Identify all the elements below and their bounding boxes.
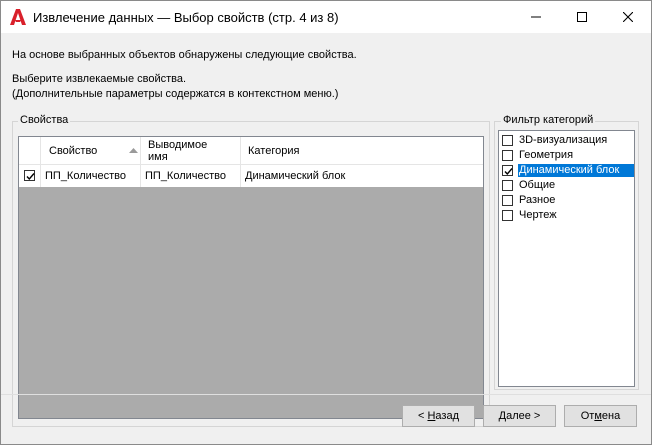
- footer-separator: [1, 394, 651, 395]
- autocad-a-icon: [10, 9, 26, 25]
- category-filter-list[interactable]: 3D-визуализация Геометрия Динамический б…: [498, 130, 635, 387]
- category-item-label: Разное: [519, 194, 556, 206]
- category-filter-label: Фильтр категорий: [501, 114, 596, 126]
- category-item-label: Общие: [519, 179, 556, 191]
- back-button-rest: азад: [435, 410, 459, 422]
- category-checkbox[interactable]: [502, 135, 513, 146]
- category-checkbox[interactable]: [502, 165, 513, 176]
- window-title: Извлечение данных — Выбор свойств (стр. …: [33, 10, 339, 25]
- category-checkbox[interactable]: [502, 210, 513, 221]
- maximize-icon: [577, 12, 587, 22]
- back-button-mnemonic: Н: [427, 410, 436, 422]
- category-checkbox[interactable]: [502, 150, 513, 161]
- cancel-button-rest: ена: [601, 410, 621, 422]
- category-item-geometry[interactable]: Геометрия: [499, 148, 634, 163]
- next-button-mnemonic: Д: [498, 410, 507, 422]
- checkmark-icon: [26, 173, 35, 181]
- cancel-button-mnemonic: м: [594, 410, 602, 422]
- row-category-cell: Динамический блок: [245, 170, 346, 182]
- column-header-category-label: Категория: [248, 145, 300, 157]
- category-item-label: 3D-визуализация: [519, 134, 608, 146]
- minimize-icon: [531, 16, 541, 18]
- minimize-button[interactable]: [513, 1, 559, 33]
- dialog-window: Извлечение данных — Выбор свойств (стр. …: [0, 0, 652, 445]
- intro-select-text: Выберите извлекаемые свойства.: [12, 73, 187, 85]
- checkmark-icon: [504, 168, 513, 176]
- cancel-button[interactable]: От м ена: [564, 405, 637, 427]
- column-header-check[interactable]: [19, 137, 41, 164]
- category-item-misc[interactable]: Разное: [499, 193, 634, 208]
- close-button[interactable]: [605, 1, 651, 33]
- properties-grid[interactable]: Свойство Выводимое имя Категория ПП_Коли…: [18, 136, 484, 419]
- maximize-button[interactable]: [559, 1, 605, 33]
- next-button[interactable]: Далее >: [483, 405, 556, 427]
- table-row[interactable]: ПП_Количество ПП_Количество Динамический…: [19, 165, 483, 187]
- sort-ascending-icon: [129, 148, 138, 153]
- column-header-category[interactable]: Категория: [241, 137, 483, 164]
- next-button-rest: алее >: [506, 410, 541, 422]
- column-header-display-name-line2: имя: [148, 151, 168, 163]
- category-item-3d-visualization[interactable]: 3D-визуализация: [499, 133, 634, 148]
- row-check-cell[interactable]: [19, 165, 41, 187]
- category-item-label: Чертеж: [519, 209, 557, 221]
- row-property-cell: ПП_Количество: [41, 165, 141, 187]
- title-bar[interactable]: Извлечение данных — Выбор свойств (стр. …: [1, 1, 651, 33]
- back-button[interactable]: < Назад: [402, 405, 475, 427]
- category-item-drawing[interactable]: Чертеж: [499, 208, 634, 223]
- cancel-button-prefix: От: [580, 410, 595, 422]
- dialog-content: На основе выбранных объектов обнаружены …: [1, 33, 651, 444]
- category-item-label: Геометрия: [519, 149, 574, 161]
- properties-group-label: Свойства: [18, 114, 71, 126]
- grid-header: Свойство Выводимое имя Категория: [19, 137, 483, 165]
- column-header-display-name-line1: Выводимое: [148, 139, 208, 151]
- intro-found-text: На основе выбранных объектов обнаружены …: [12, 49, 357, 61]
- row-checkbox[interactable]: [24, 170, 35, 181]
- column-header-property-label: Свойство: [49, 145, 98, 157]
- category-item-dynamic-block[interactable]: Динамический блок: [499, 163, 634, 178]
- intro-context-menu-text: (Дополнительные параметры содержатся в к…: [12, 88, 339, 100]
- row-display-name-cell[interactable]: ПП_Количество: [141, 165, 241, 187]
- back-button-prefix: <: [417, 410, 428, 422]
- category-item-general[interactable]: Общие: [499, 178, 634, 193]
- category-checkbox[interactable]: [502, 180, 513, 191]
- category-item-label: Динамический блок: [518, 164, 634, 177]
- column-header-property[interactable]: Свойство: [41, 137, 141, 164]
- column-header-display-name[interactable]: Выводимое имя: [141, 137, 241, 164]
- close-icon: [623, 12, 633, 22]
- category-checkbox[interactable]: [502, 195, 513, 206]
